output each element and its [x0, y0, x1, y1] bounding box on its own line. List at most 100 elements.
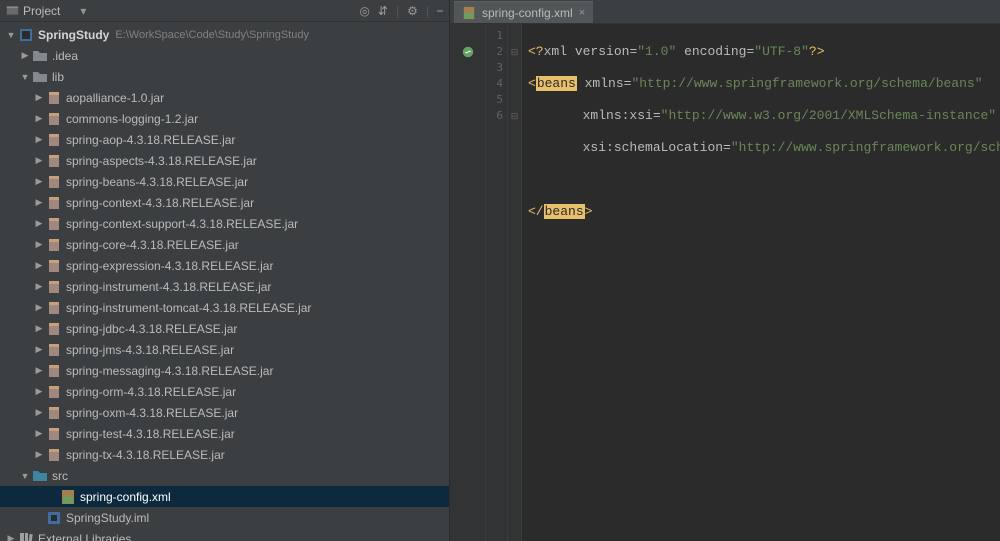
expand-icon[interactable] — [32, 92, 46, 103]
lib-item-row[interactable]: spring-aop-4.3.18.RELEASE.jar — [0, 129, 449, 150]
hide-panel-icon[interactable]: ⎯ — [437, 3, 443, 18]
code-line-5[interactable] — [528, 172, 1000, 188]
lib-item-row[interactable]: spring-context-support-4.3.18.RELEASE.ja… — [0, 213, 449, 234]
lib-item-row[interactable]: spring-jdbc-4.3.18.RELEASE.jar — [0, 318, 449, 339]
idea-folder-label: .idea — [52, 49, 78, 63]
expand-icon[interactable] — [32, 344, 46, 355]
settings-gear-icon[interactable]: ⚙ — [407, 4, 418, 18]
code-area[interactable]: <?xml version="1.0" encoding="UTF-8"?> <… — [522, 24, 1000, 541]
project-root-label: SpringStudy — [38, 28, 109, 42]
expand-icon[interactable] — [32, 407, 46, 418]
src-folder-row[interactable]: src — [0, 465, 449, 486]
jar-file-icon — [46, 153, 62, 169]
editor-tab-spring-config[interactable]: spring-config.xml × — [454, 1, 593, 23]
external-libraries-row[interactable]: External Libraries — [0, 528, 449, 541]
lib-item-label: spring-orm-4.3.18.RELEASE.jar — [66, 385, 236, 399]
fold-gutter[interactable]: ⊟ ⊟ — [508, 24, 522, 541]
lib-folder-label: lib — [52, 70, 64, 84]
source-folder-icon — [32, 468, 48, 484]
lib-item-row[interactable]: commons-logging-1.2.jar — [0, 108, 449, 129]
spring-bean-gutter-icon[interactable] — [450, 44, 485, 60]
editor-tab-bar: spring-config.xml × — [450, 0, 1000, 24]
lib-item-label: spring-tx-4.3.18.RELEASE.jar — [66, 448, 225, 462]
jar-file-icon — [46, 405, 62, 421]
expand-icon[interactable] — [32, 449, 46, 460]
lib-item-row[interactable]: spring-aspects-4.3.18.RELEASE.jar — [0, 150, 449, 171]
expand-icon[interactable] — [4, 30, 18, 40]
lib-item-row[interactable]: spring-test-4.3.18.RELEASE.jar — [0, 423, 449, 444]
lib-item-row[interactable]: spring-orm-4.3.18.RELEASE.jar — [0, 381, 449, 402]
scroll-from-source-icon[interactable]: ◎ — [359, 4, 369, 18]
expand-icon[interactable] — [32, 176, 46, 187]
line-number[interactable]: 1 — [486, 28, 507, 44]
lib-item-row[interactable]: spring-expression-4.3.18.RELEASE.jar — [0, 255, 449, 276]
expand-icon[interactable] — [32, 218, 46, 229]
external-libraries-label: External Libraries — [38, 532, 131, 541]
lib-item-label: spring-context-4.3.18.RELEASE.jar — [66, 196, 254, 210]
project-panel-title-text: Project — [23, 4, 60, 18]
fold-close-icon[interactable]: ⊟ — [508, 108, 521, 124]
editor-panel: spring-config.xml × 123456 ⊟ ⊟ <?xml ver… — [450, 0, 1000, 541]
expand-icon[interactable] — [18, 471, 32, 481]
lib-item-row[interactable]: spring-jms-4.3.18.RELEASE.jar — [0, 339, 449, 360]
jar-file-icon — [46, 426, 62, 442]
project-dropdown-icon[interactable]: ▾ — [80, 4, 86, 18]
line-number[interactable]: 4 — [486, 76, 507, 92]
lib-item-row[interactable]: spring-core-4.3.18.RELEASE.jar — [0, 234, 449, 255]
expand-icon[interactable] — [32, 134, 46, 145]
expand-icon[interactable] — [32, 260, 46, 271]
close-tab-icon[interactable]: × — [579, 7, 585, 19]
expand-icon[interactable] — [32, 113, 46, 124]
lib-item-label: spring-instrument-tomcat-4.3.18.RELEASE.… — [66, 301, 311, 315]
iml-file-row[interactable]: SpringStudy.iml — [0, 507, 449, 528]
expand-icon[interactable] — [18, 50, 32, 61]
code-line-3[interactable]: xmlns:xsi="http://www.w3.org/2001/XMLSch… — [528, 108, 1000, 124]
fold-open-icon[interactable]: ⊟ — [508, 44, 521, 60]
code-line-2[interactable]: <beans xmlns="http://www.springframework… — [528, 76, 1000, 92]
lib-item-row[interactable]: spring-context-4.3.18.RELEASE.jar — [0, 192, 449, 213]
line-number[interactable]: 3 — [486, 60, 507, 76]
lib-item-row[interactable]: spring-beans-4.3.18.RELEASE.jar — [0, 171, 449, 192]
lib-item-row[interactable]: spring-instrument-4.3.18.RELEASE.jar — [0, 276, 449, 297]
iml-file-label: SpringStudy.iml — [66, 511, 149, 525]
line-number[interactable]: 2 — [486, 44, 507, 60]
line-number-gutter[interactable]: 123456 — [486, 24, 508, 541]
lib-item-row[interactable]: spring-oxm-4.3.18.RELEASE.jar — [0, 402, 449, 423]
collapse-all-icon[interactable]: ⇵ — [378, 4, 388, 18]
lib-item-label: aopalliance-1.0.jar — [66, 91, 164, 105]
expand-icon[interactable] — [32, 302, 46, 313]
expand-icon[interactable] — [32, 323, 46, 334]
expand-icon[interactable] — [32, 239, 46, 250]
idea-folder-row[interactable]: .idea — [0, 45, 449, 66]
expand-icon[interactable] — [32, 365, 46, 376]
project-root-row[interactable]: SpringStudy E:\WorkSpace\Code\Study\Spri… — [0, 24, 449, 45]
code-line-6[interactable]: </beans> — [528, 204, 1000, 220]
expand-icon[interactable] — [18, 72, 32, 82]
expand-icon[interactable] — [32, 197, 46, 208]
expand-icon[interactable] — [32, 155, 46, 166]
jar-file-icon — [46, 363, 62, 379]
expand-icon[interactable] — [32, 386, 46, 397]
jar-file-icon — [46, 195, 62, 211]
code-line-1[interactable]: <?xml version="1.0" encoding="UTF-8"?> — [528, 44, 1000, 60]
expand-icon[interactable] — [32, 281, 46, 292]
lib-item-row[interactable]: spring-tx-4.3.18.RELEASE.jar — [0, 444, 449, 465]
project-panel-title[interactable]: Project — [6, 4, 60, 18]
line-number[interactable]: 5 — [486, 92, 507, 108]
lib-item-row[interactable]: aopalliance-1.0.jar — [0, 87, 449, 108]
expand-icon[interactable] — [32, 428, 46, 439]
jar-file-icon — [46, 132, 62, 148]
code-line-4[interactable]: xsi:schemaLocation="http://www.springfra… — [528, 140, 1000, 156]
lib-folder-row[interactable]: lib — [0, 66, 449, 87]
line-number[interactable]: 6 — [486, 108, 507, 124]
lib-item-label: spring-instrument-4.3.18.RELEASE.jar — [66, 280, 271, 294]
lib-item-row[interactable]: spring-messaging-4.3.18.RELEASE.jar — [0, 360, 449, 381]
project-tree[interactable]: SpringStudy E:\WorkSpace\Code\Study\Spri… — [0, 22, 449, 541]
folder-icon — [32, 48, 48, 64]
lib-item-label: spring-aop-4.3.18.RELEASE.jar — [66, 133, 235, 147]
lib-item-row[interactable]: spring-instrument-tomcat-4.3.18.RELEASE.… — [0, 297, 449, 318]
spring-config-file-row[interactable]: spring-config.xml — [0, 486, 449, 507]
expand-icon[interactable] — [4, 533, 18, 541]
lib-item-label: spring-expression-4.3.18.RELEASE.jar — [66, 259, 273, 273]
project-tool-window: Project ▾ ◎ ⇵ | ⚙ | ⎯ SpringStudy E:\Wor… — [0, 0, 450, 541]
